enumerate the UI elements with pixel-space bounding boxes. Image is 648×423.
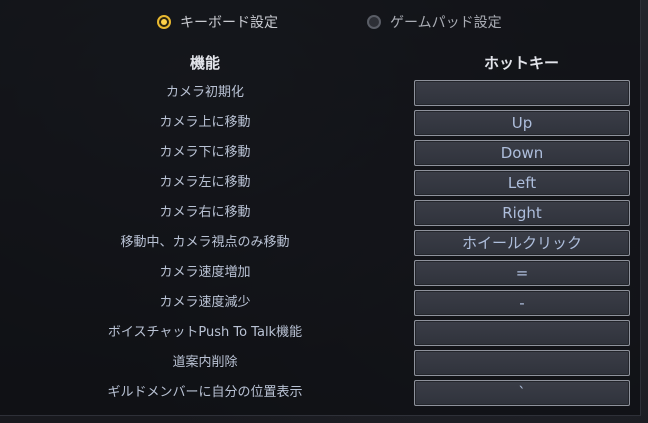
input-mode-selector: キーボード設定 ゲームパッド設定 [0,8,640,36]
gamepad-settings-label: ゲームパッド設定 [390,15,502,31]
radio-dot-icon [161,19,167,25]
hotkey-binding-button[interactable]: = [414,260,630,286]
hotkey-binding-button[interactable]: Left [414,170,630,196]
keyboard-settings-radio[interactable]: キーボード設定 [157,8,278,36]
hotkey-row-camera-speed-down: カメラ速度減少 - [0,290,640,320]
hotkey-row-free-look: 移動中、カメラ視点のみ移動 ホイールクリック [0,230,640,260]
hotkey-row-camera-right: カメラ右に移動 Right [0,200,640,230]
hotkey-binding-button[interactable]: Up [414,110,630,136]
function-label: カメラ右に移動 [159,205,251,220]
hotkey-column-header: ホットキー [483,54,559,72]
hotkey-row-camera-speed-up: カメラ速度増加 = [0,260,640,290]
hotkey-binding-button[interactable] [414,80,630,106]
function-label: ボイスチャットPush To Talk機能 [107,325,303,340]
hotkey-row-show-position-to-guild: ギルドメンバーに自分の位置表示 ` [0,380,640,410]
function-label: カメラ左に移動 [159,175,251,190]
function-label: 道案内削除 [172,355,238,370]
hotkey-list: カメラ初期化 カメラ上に移動 Up カメラ下に移動 Down カメラ左に移動 L… [0,80,640,410]
hotkey-row-camera-down: カメラ下に移動 Down [0,140,640,170]
gamepad-settings-radio[interactable]: ゲームパッド設定 [367,8,502,36]
hotkey-row-remove-guide: 道案内削除 [0,350,640,380]
function-label: カメラ上に移動 [159,115,251,130]
hotkey-row-push-to-talk: ボイスチャットPush To Talk機能 [0,320,640,350]
function-label: カメラ速度増加 [159,265,251,280]
hotkey-binding-button[interactable]: ホイールクリック [414,230,630,256]
function-label: カメラ初期化 [165,85,244,100]
hotkey-row-camera-up: カメラ上に移動 Up [0,110,640,140]
hotkey-binding-button[interactable]: ` [414,380,630,406]
hotkey-binding-button[interactable]: - [414,290,630,316]
function-label: カメラ下に移動 [159,145,251,160]
function-label: 移動中、カメラ視点のみ移動 [120,235,290,250]
radio-unselected-icon [367,15,381,29]
hotkey-row-camera-reset: カメラ初期化 [0,80,640,110]
hotkey-binding-button[interactable] [414,350,630,376]
hotkey-binding-button[interactable] [414,320,630,346]
hotkey-row-camera-left: カメラ左に移動 Left [0,170,640,200]
hotkey-binding-button[interactable]: Right [414,200,630,226]
function-column-header: 機能 [189,54,220,72]
hotkey-binding-button[interactable]: Down [414,140,630,166]
function-label: ギルドメンバーに自分の位置表示 [107,385,303,400]
function-label: カメラ速度減少 [159,295,251,310]
radio-selected-icon [157,15,171,29]
hotkey-settings-panel: キーボード設定 ゲームパッド設定 機能 ホットキー カメラ初期化 カメラ上に移動… [0,0,641,416]
keyboard-settings-label: キーボード設定 [180,15,278,31]
